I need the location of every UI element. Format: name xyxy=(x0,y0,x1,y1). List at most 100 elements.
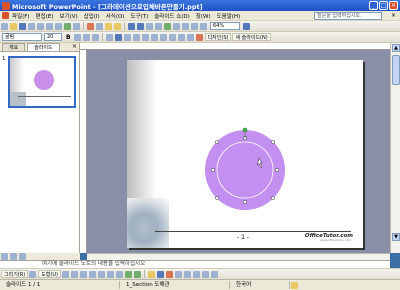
spelling-icon[interactable] xyxy=(64,22,71,30)
window-title: Microsoft PowerPoint - [그라데이션으로입체바른만들기.p… xyxy=(12,2,203,11)
oval-icon[interactable] xyxy=(88,270,96,278)
underline-icon[interactable] xyxy=(82,33,90,41)
select-objects-icon[interactable] xyxy=(29,270,37,278)
menu-help[interactable]: 도움말(H) xyxy=(217,12,241,20)
undo-icon[interactable] xyxy=(128,22,135,30)
email-icon[interactable] xyxy=(37,22,44,30)
slideshow-view-icon[interactable] xyxy=(19,253,26,260)
draw-menu-button[interactable]: 그리기(R) xyxy=(1,270,29,278)
horizontal-scrollbar[interactable] xyxy=(87,253,390,260)
slide-canvas[interactable]: - 1 - OfficeTutor.com www.officetutor.co… xyxy=(127,60,363,248)
justify-icon[interactable] xyxy=(132,33,140,41)
minimize-button[interactable]: _ xyxy=(369,1,378,10)
numbering-icon[interactable] xyxy=(141,33,149,41)
decrease-indent-icon[interactable] xyxy=(177,33,185,41)
insert-table-icon[interactable] xyxy=(155,22,162,30)
3d-style-icon[interactable] xyxy=(210,270,218,278)
menu-tools[interactable]: 도구(T) xyxy=(130,12,148,20)
insert-image-icon[interactable] xyxy=(164,22,171,30)
format-painter-icon[interactable] xyxy=(114,22,121,30)
menu-edit[interactable]: 편집(E) xyxy=(36,12,54,20)
new-icon[interactable] xyxy=(1,22,8,30)
open-icon[interactable] xyxy=(10,22,17,30)
slide-sorter-view-icon[interactable] xyxy=(10,253,17,260)
menu-insert[interactable]: 삽입(I) xyxy=(84,12,100,20)
clipart-icon[interactable] xyxy=(124,270,132,278)
increase-indent-icon[interactable] xyxy=(186,33,194,41)
slide-thumbnail[interactable] xyxy=(8,56,76,108)
arrow-icon[interactable] xyxy=(70,270,78,278)
shadow-style-icon[interactable] xyxy=(201,270,209,278)
shadow-icon[interactable] xyxy=(91,33,99,41)
print-preview-icon[interactable] xyxy=(55,22,62,30)
autoshapes-button[interactable]: 도형(U) xyxy=(38,270,61,278)
rectangle-icon[interactable] xyxy=(79,270,87,278)
document-close-icon[interactable]: × xyxy=(391,12,396,19)
document-icon[interactable] xyxy=(2,12,9,19)
grid-icon[interactable] xyxy=(191,22,198,30)
status-bar: 슬라이드 1 / 1 1_Section 도해관 한국어 xyxy=(0,279,400,290)
picture-icon[interactable] xyxy=(133,270,141,278)
redo-icon[interactable] xyxy=(137,22,144,30)
officetutor-logo-url: www.officetutor.com xyxy=(320,238,351,242)
help-search-input[interactable]: 질문을 입력하십시오. xyxy=(314,12,382,20)
selected-circle-shape[interactable] xyxy=(127,60,363,248)
bullets-icon[interactable] xyxy=(150,33,158,41)
research-icon[interactable] xyxy=(73,22,80,30)
line-color-icon[interactable] xyxy=(156,270,164,278)
scroll-thumb[interactable] xyxy=(392,55,400,85)
normal-view-icon[interactable] xyxy=(1,253,8,260)
pane-tabs: 개요 슬라이드 × xyxy=(0,43,79,52)
scroll-up-icon[interactable]: ▲ xyxy=(392,44,400,52)
cut-icon[interactable] xyxy=(87,22,94,30)
copy-icon[interactable] xyxy=(96,22,103,30)
save-icon[interactable] xyxy=(19,22,26,30)
menu-window[interactable]: 창(W) xyxy=(196,12,211,20)
help-icon[interactable] xyxy=(243,22,250,30)
zoom-select[interactable]: 64% xyxy=(210,22,240,30)
design-button[interactable]: 디자인(S) xyxy=(204,33,232,41)
tab-outline[interactable]: 개요 xyxy=(2,43,26,51)
scroll-down-icon[interactable]: ▼ xyxy=(392,233,400,241)
toolbar-separator xyxy=(124,22,125,30)
diagram-icon[interactable] xyxy=(115,270,123,278)
italic-icon[interactable] xyxy=(73,33,81,41)
close-button[interactable]: × xyxy=(389,1,398,10)
expand-icon[interactable] xyxy=(173,22,180,30)
line-icon[interactable] xyxy=(61,270,69,278)
bold-button[interactable]: B xyxy=(66,34,71,41)
textbox-icon[interactable] xyxy=(97,270,105,278)
fill-color-icon[interactable] xyxy=(147,270,155,278)
align-right-icon[interactable] xyxy=(123,33,131,41)
permission-icon[interactable] xyxy=(28,22,35,30)
rotate-handle[interactable] xyxy=(242,127,248,133)
vertical-scrollbar[interactable]: ▲ ▼ xyxy=(390,43,400,253)
new-slide-button[interactable]: 새 슬라이드(N) xyxy=(232,33,271,41)
menu-format[interactable]: 서식(O) xyxy=(106,12,125,20)
paste-icon[interactable] xyxy=(105,22,112,30)
menu-view[interactable]: 보기(V) xyxy=(59,12,77,20)
decrease-font-icon[interactable] xyxy=(168,33,176,41)
menu-slideshow[interactable]: 슬라이드 쇼(D) xyxy=(154,12,190,20)
wordart-icon[interactable] xyxy=(106,270,114,278)
font-select[interactable]: 굴림 xyxy=(2,33,42,41)
align-center-icon[interactable] xyxy=(114,33,122,41)
notes-pane[interactable]: 여기에 슬라이드 노트의 내용을 입력하십시오 xyxy=(0,260,390,268)
increase-font-icon[interactable] xyxy=(159,33,167,41)
tab-slides[interactable]: 슬라이드 xyxy=(27,43,60,51)
menu-file[interactable]: 파일(F) xyxy=(12,12,30,20)
show-formatting-icon[interactable] xyxy=(182,22,189,30)
powerpoint-app-icon[interactable] xyxy=(2,1,10,10)
draw-font-color-icon[interactable] xyxy=(165,270,173,278)
print-icon[interactable] xyxy=(46,22,53,30)
dash-style-icon[interactable] xyxy=(183,270,191,278)
insert-chart-icon[interactable] xyxy=(146,22,153,30)
maximize-button[interactable]: □ xyxy=(379,1,388,10)
align-left-icon[interactable] xyxy=(105,33,113,41)
line-style-icon[interactable] xyxy=(174,270,182,278)
font-color-icon[interactable] xyxy=(195,33,203,41)
pane-close-icon[interactable]: × xyxy=(72,43,77,51)
font-size-select[interactable]: 20 xyxy=(44,33,62,41)
color-grayscale-icon[interactable] xyxy=(200,22,207,30)
arrow-style-icon[interactable] xyxy=(192,270,200,278)
